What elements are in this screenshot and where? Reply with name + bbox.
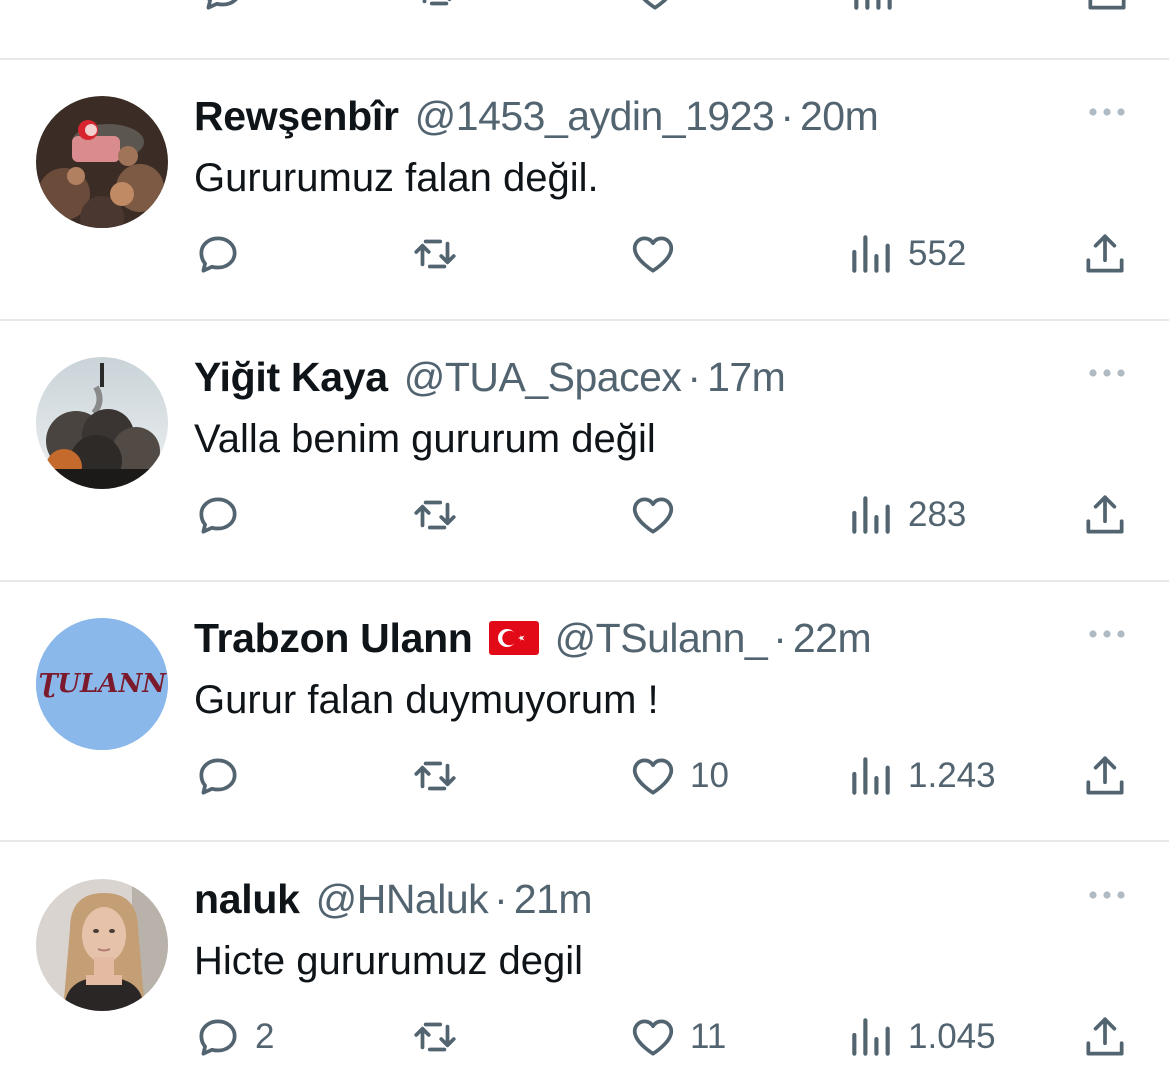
like-count: 11 [690,1017,727,1056]
timestamp[interactable]: 17m [707,351,786,403]
retweet-button[interactable] [410,748,472,804]
user-handle[interactable]: @TSulann_ [555,612,768,664]
timestamp[interactable]: 20m [800,90,879,142]
share-button[interactable] [1080,1009,1130,1065]
reply-icon [199,1019,237,1056]
reply-icon [199,236,237,273]
share-icon [1086,756,1124,795]
divider [0,840,1169,842]
views-icon [852,757,890,795]
timeline: Rewşenbîr @1453_aydin_1923 · 20m Gururum… [0,0,1169,1069]
display-name[interactable]: Trabzon Ulann [194,612,473,664]
reply-button[interactable] [193,487,255,543]
tweet-header: Yiğit Kaya @TUA_Spacex · 17m [194,351,786,403]
share-button[interactable] [1080,487,1130,543]
tweet-text: Gurur falan duymuyorum ! [194,678,659,722]
views-icon [852,496,890,534]
views-button[interactable]: 1.045 [846,1009,996,1065]
avatar-image [36,357,168,489]
views-button[interactable]: 1.243 [846,748,996,804]
avatar-logo-text: ƮULANN [38,669,167,699]
avatar-image [36,879,168,1011]
like-icon [632,497,674,534]
user-handle[interactable]: @HNaluk [316,873,489,925]
tweet-header: Rewşenbîr @1453_aydin_1923 · 20m [194,90,879,142]
retweet-button[interactable] [410,1009,472,1065]
avatar[interactable] [36,96,168,228]
turkey-flag-icon [488,621,539,655]
display-name[interactable]: Yiğit Kaya [194,351,388,403]
reply-button[interactable] [193,226,255,282]
display-name[interactable]: naluk [194,873,300,925]
previous-tweet-actions [0,0,1169,26]
reply-button[interactable]: 2 [193,1009,274,1065]
tweet[interactable]: Yiğit Kaya @TUA_Spacex · 17m Valla benim… [0,321,1169,579]
share-icon[interactable] [1082,0,1132,16]
like-icon [632,1019,674,1056]
share-button[interactable] [1080,748,1130,804]
reply-count: 2 [255,1017,275,1056]
share-icon [1086,234,1124,273]
more-icon[interactable] [1085,885,1129,905]
view-count: 283 [908,495,967,534]
like-icon[interactable] [630,0,680,16]
separator: · [494,876,508,922]
reply-icon [199,758,237,795]
tweet-header: naluk @HNaluk · 21m [194,873,593,925]
share-button[interactable] [1080,226,1130,282]
reply-button[interactable] [193,748,255,804]
more-icon[interactable] [1085,102,1129,122]
more-icon[interactable] [1085,363,1129,383]
tweet-header: Trabzon Ulann @TSulann_ · 22m [194,612,872,664]
like-icon [632,758,674,795]
retweet-icon [414,500,456,530]
avatar-image: ƮULANN [36,618,168,750]
view-count: 552 [908,234,967,273]
timestamp[interactable]: 21m [514,873,593,925]
separator: · [780,93,794,139]
retweet-icon [414,761,456,791]
reply-icon[interactable] [198,0,248,16]
share-icon [1086,1017,1124,1056]
views-icon [852,1018,890,1056]
more-icon[interactable] [1085,624,1129,644]
tweet[interactable]: naluk @HNaluk · 21m Hicte gururumuz degi… [0,843,1169,1069]
share-icon [1086,495,1124,534]
tweet-text: Gururumuz falan değil. [194,156,599,200]
like-icon [632,236,674,273]
display-name[interactable]: Rewşenbîr [194,90,399,142]
tweet-text: Valla benim gururum değil [194,417,656,461]
views-icon [852,235,890,273]
like-button[interactable] [628,226,690,282]
tweet[interactable]: ƮULANN Trabzon Ulann @TSulann_ · 22m Gur… [0,582,1169,840]
views-button[interactable]: 552 [846,226,966,282]
tweet[interactable]: Rewşenbîr @1453_aydin_1923 · 20m Gururum… [0,60,1169,318]
retweet-button[interactable] [410,226,472,282]
views-icon[interactable] [848,0,898,16]
view-count: 1.045 [908,1017,996,1056]
like-button[interactable]: 10 [628,748,729,804]
like-button[interactable] [628,487,690,543]
retweet-icon [414,239,456,269]
view-count: 1.243 [908,756,996,795]
avatar[interactable]: ƮULANN [36,618,168,750]
avatar[interactable] [36,879,168,1011]
separator: · [687,354,702,400]
separator: · [773,615,787,661]
reply-icon [199,497,237,534]
user-handle[interactable]: @TUA_Spacex [404,351,682,403]
retweet-icon [414,1022,456,1052]
user-handle[interactable]: @1453_aydin_1923 [415,90,775,142]
retweet-icon[interactable] [412,0,462,16]
avatar-image [36,96,168,228]
like-count: 10 [690,756,729,795]
avatar[interactable] [36,357,168,489]
like-button[interactable]: 11 [628,1009,726,1065]
tweet-text: Hicte gururumuz degil [194,939,584,983]
views-button[interactable]: 283 [846,487,966,543]
timestamp[interactable]: 22m [793,612,872,664]
retweet-button[interactable] [410,487,472,543]
